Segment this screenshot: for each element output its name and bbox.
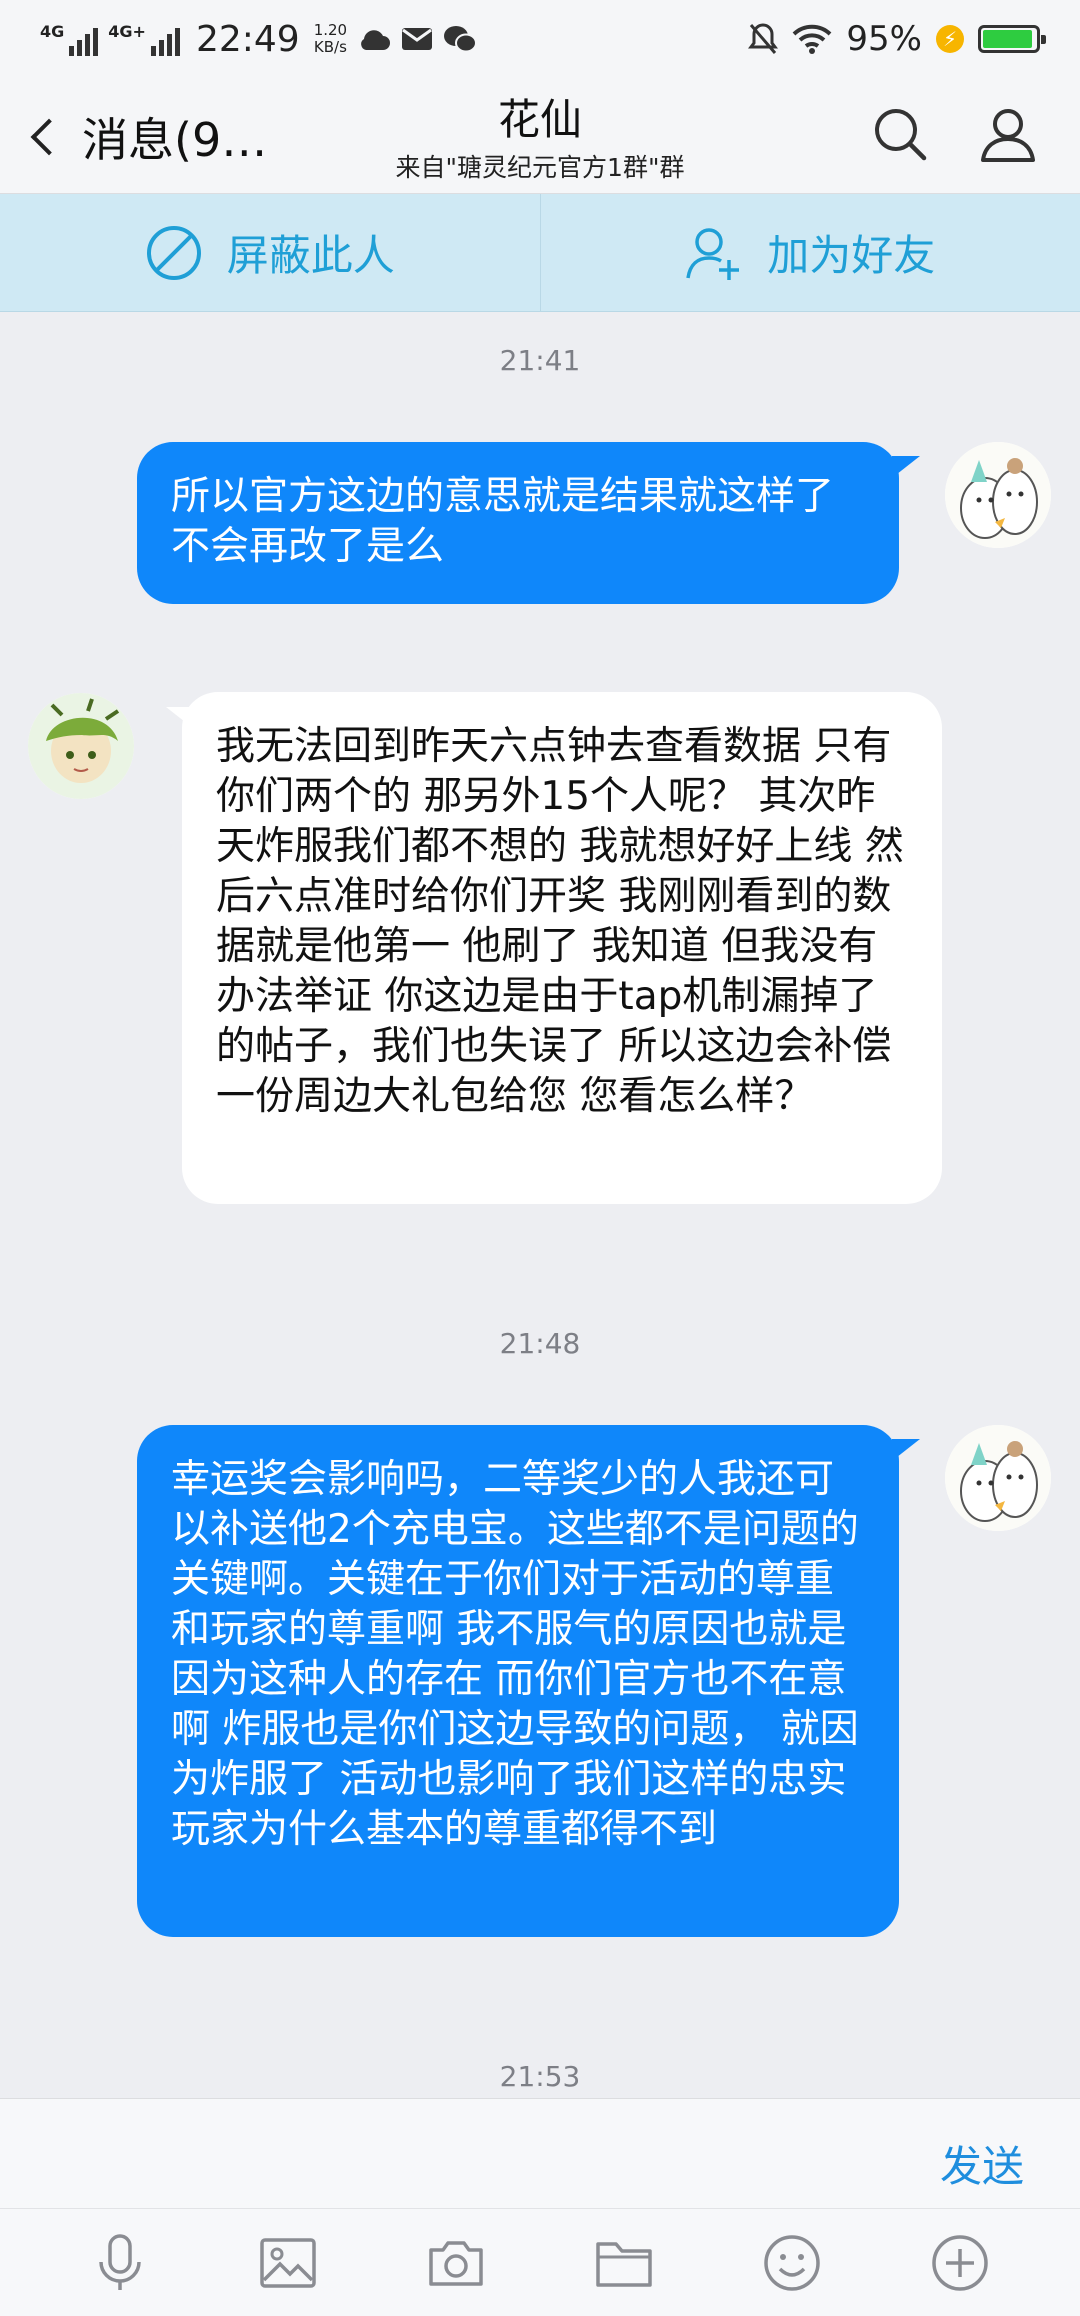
message-input[interactable] [30,2113,910,2195]
block-icon [146,225,201,280]
bubble-tail [892,1439,920,1461]
my-avatar[interactable] [945,1425,1051,1531]
contact-avatar[interactable] [28,693,134,799]
action-bar: 屏蔽此人 加为好友 [0,194,1080,312]
cloud-icon [361,30,391,50]
camera-icon[interactable] [425,2232,487,2294]
message-timestamp: 21:41 [499,344,581,377]
network-type-2: 4G+ [108,22,146,41]
folder-icon[interactable] [593,2232,655,2294]
battery-fill [983,30,1033,48]
battery-icon [978,25,1046,53]
charging-icon: ⚡ [936,25,964,53]
mute-bell-icon [748,23,779,54]
signal-icon: 4G [40,22,99,56]
bubble-tail [892,456,920,478]
status-bar: 4G 4G+ 22:49 1.20 KB/s 95% ⚡ [0,0,1080,78]
input-bar: 发送 [0,2098,1080,2208]
block-user-label: 屏蔽此人 [226,231,395,280]
message-timestamp: 21:53 [499,2060,581,2093]
mail-icon [402,28,433,50]
speed-value: 1.20 [313,21,348,39]
outgoing-message-bubble[interactable]: 幸运奖会影响吗，二等奖少的人我还可以补送他2个充电宝。这些都不是问题的关键啊。关… [137,1425,899,1937]
battery-percent: 95% [846,19,922,59]
duck-avatar-image [945,1425,1051,1531]
incoming-message-bubble[interactable]: 我无法回到昨天六点钟去查看数据 只有你们两个的 那另外15个人呢？ 其次昨天炸服… [182,692,942,1204]
send-button[interactable]: 发送 [940,2133,1024,2194]
back-label: 消息(9… [82,113,268,167]
search-icon[interactable] [870,104,930,164]
add-friend-label: 加为好友 [767,231,936,280]
my-avatar[interactable] [945,442,1051,548]
network-speed: 1.20 KB/s [314,22,347,56]
plus-icon[interactable] [929,2232,991,2294]
chat-title: 花仙 来自"瑭灵纪元官方1群"群 [340,96,740,184]
message-timestamp: 21:48 [499,1327,581,1360]
title-bar: 消息(9… 花仙 来自"瑭灵纪元官方1群"群 [0,78,1080,194]
block-user-button[interactable]: 屏蔽此人 [0,194,540,311]
bottom-toolbar [0,2208,1080,2316]
back-button[interactable]: 消息(9… [26,104,267,170]
speed-unit: KB/s [313,38,347,56]
add-friend-button[interactable]: 加为好友 [539,194,1080,311]
duck-avatar-image [945,442,1051,548]
microphone-icon[interactable] [89,2232,151,2294]
contact-source: 来自"瑭灵纪元官方1群"群 [395,153,685,182]
chevron-left-icon [30,118,68,156]
profile-icon[interactable] [978,104,1038,164]
status-right: 95% ⚡ [748,19,1046,59]
wifi-icon [793,24,832,54]
network-type-1: 4G [40,22,65,41]
character-avatar-image [28,693,134,799]
wechat-icon [444,26,478,53]
status-time: 22:49 [195,18,300,60]
emoji-icon[interactable] [761,2232,823,2294]
outgoing-message-bubble[interactable]: 所以官方这边的意思就是结果就这样了 不会再改了是么 [137,442,899,604]
status-left: 4G 4G+ 22:49 1.20 KB/s [40,18,478,60]
signal-icon-2: 4G+ [108,22,180,56]
image-icon[interactable] [257,2232,319,2294]
contact-name: 花仙 [497,95,582,144]
add-user-icon [686,227,740,280]
